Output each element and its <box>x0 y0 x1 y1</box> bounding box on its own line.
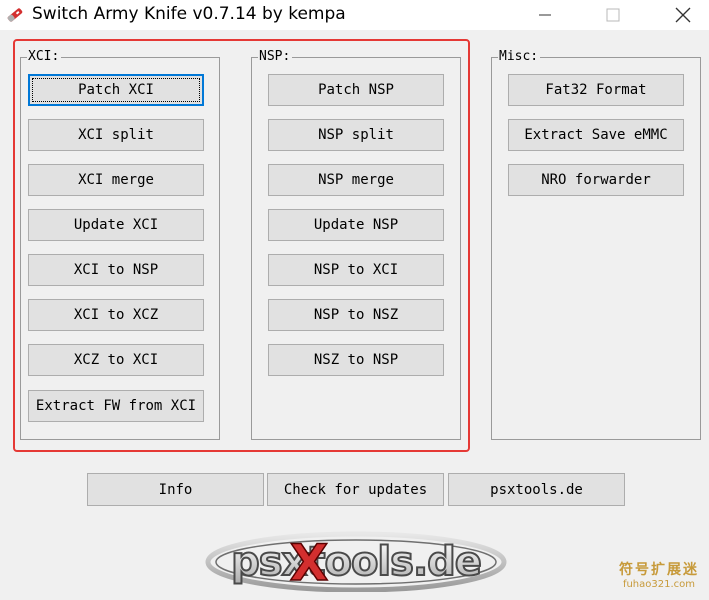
patch-xci-button[interactable]: Patch XCI <box>28 74 204 106</box>
xci-group-label: XCI: <box>27 49 62 65</box>
psxtools-link-button[interactable]: psxtools.de <box>448 473 625 506</box>
window-title: Switch Army Knife v0.7.14 by kempa <box>32 4 346 24</box>
minimize-button[interactable] <box>522 0 568 30</box>
logo-text: psxtools.de <box>231 539 481 585</box>
nsz-to-nsp-button[interactable]: NSZ to NSP <box>268 344 444 376</box>
xci-to-nsp-button[interactable]: XCI to NSP <box>28 254 204 286</box>
extract-save-emmc-button[interactable]: Extract Save eMMC <box>508 119 684 151</box>
check-for-updates-button[interactable]: Check for updates <box>267 473 444 506</box>
info-button[interactable]: Info <box>87 473 264 506</box>
xci-split-button[interactable]: XCI split <box>28 119 204 151</box>
misc-group-label: Misc: <box>498 49 541 65</box>
maximize-icon <box>606 8 620 22</box>
maximize-button[interactable] <box>590 0 636 30</box>
patch-nsp-button[interactable]: Patch NSP <box>268 74 444 106</box>
fat32-format-button[interactable]: Fat32 Format <box>508 74 684 106</box>
nsp-split-button[interactable]: NSP split <box>268 119 444 151</box>
close-button[interactable] <box>660 0 706 30</box>
xci-group: XCI: <box>20 49 220 440</box>
nro-forwarder-button[interactable]: NRO forwarder <box>508 164 684 196</box>
nsp-to-xci-button[interactable]: NSP to XCI <box>268 254 444 286</box>
nsp-group-label: NSP: <box>258 49 293 65</box>
update-nsp-button[interactable]: Update NSP <box>268 209 444 241</box>
nsp-to-nsz-button[interactable]: NSP to NSZ <box>268 299 444 331</box>
minimize-icon <box>539 14 551 16</box>
knife-icon <box>7 8 23 22</box>
psxtools-logo[interactable]: psxtools.de X <box>205 528 507 592</box>
nsp-merge-button[interactable]: NSP merge <box>268 164 444 196</box>
svg-text:X: X <box>290 534 329 592</box>
watermark-url: fuhao321.com <box>622 579 696 590</box>
site-watermark: 符号扩展迷 fuhao321.com <box>619 559 699 590</box>
close-icon <box>675 7 691 23</box>
nsp-group: NSP: <box>251 49 461 440</box>
xcz-to-xci-button[interactable]: XCZ to XCI <box>28 344 204 376</box>
title-bar[interactable]: Switch Army Knife v0.7.14 by kempa <box>0 0 709 30</box>
watermark-title: 符号扩展迷 <box>619 562 699 578</box>
xci-to-xcz-button[interactable]: XCI to XCZ <box>28 299 204 331</box>
update-xci-button[interactable]: Update XCI <box>28 209 204 241</box>
misc-group: Misc: <box>491 49 701 440</box>
xci-merge-button[interactable]: XCI merge <box>28 164 204 196</box>
extract-fw-from-xci-button[interactable]: Extract FW from XCI <box>28 390 204 422</box>
